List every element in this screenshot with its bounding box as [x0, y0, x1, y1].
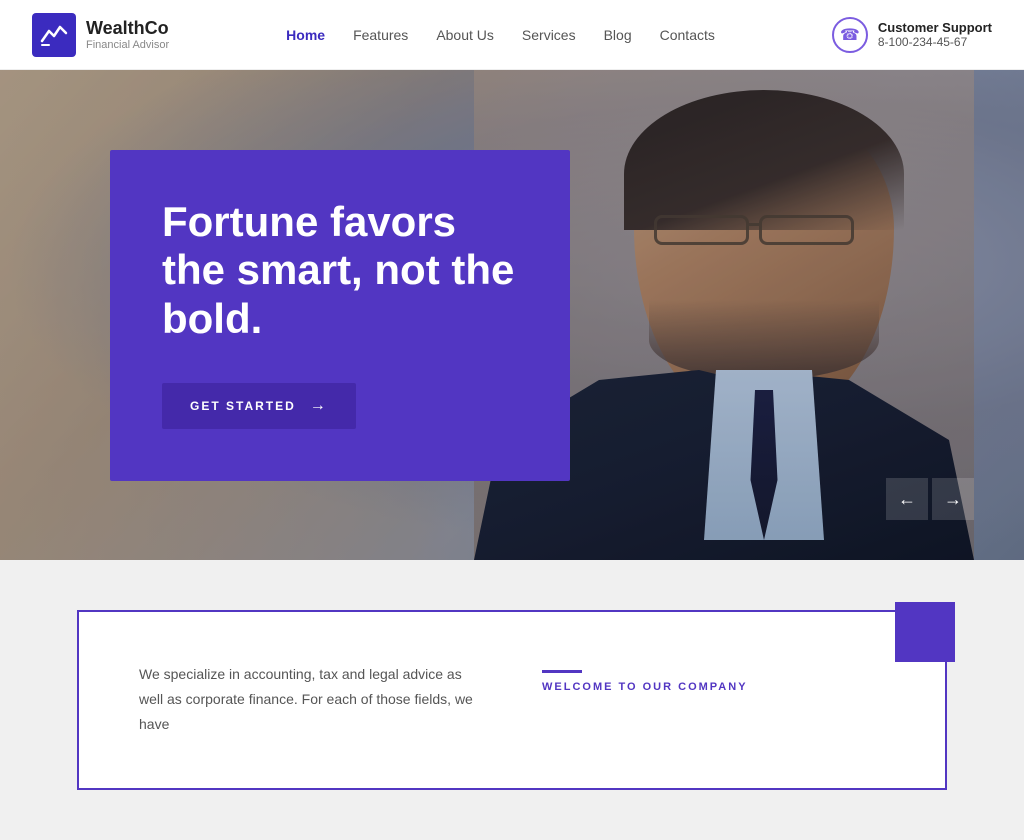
hero-section: Fortune favors the smart, not the bold. …	[0, 70, 1024, 560]
arrow-right-icon: →	[944, 489, 962, 510]
customer-support: ☎ Customer Support 8-100-234-45-67	[832, 17, 992, 53]
phone-icon: ☎	[832, 17, 868, 53]
slider-prev-button[interactable]: ←	[886, 478, 928, 520]
welcome-card-wrapper: We specialize in accounting, tax and leg…	[77, 610, 947, 790]
description-text: We specialize in accounting, tax and leg…	[139, 662, 482, 738]
company-description: We specialize in accounting, tax and leg…	[139, 662, 482, 738]
welcome-card: We specialize in accounting, tax and leg…	[77, 610, 947, 790]
brand-tagline: Financial Advisor	[86, 39, 169, 51]
logo[interactable]: WealthCo Financial Advisor	[32, 13, 169, 57]
nav-features[interactable]: Features	[353, 27, 408, 43]
arrow-left-icon: ←	[898, 489, 916, 510]
get-started-button[interactable]: GET STARTED →	[162, 383, 356, 429]
get-started-label: GET STARTED	[190, 399, 296, 413]
nav-services[interactable]: Services	[522, 27, 576, 43]
support-phone: 8-100-234-45-67	[878, 35, 992, 49]
nav-blog[interactable]: Blog	[604, 27, 632, 43]
arrow-right-icon: →	[310, 397, 328, 415]
nav-about[interactable]: About Us	[436, 27, 494, 43]
support-text: Customer Support 8-100-234-45-67	[878, 20, 992, 49]
divider	[542, 670, 582, 673]
header: WealthCo Financial Advisor Home Features…	[0, 0, 1024, 70]
brand-name: WealthCo	[86, 18, 169, 40]
logo-text: WealthCo Financial Advisor	[86, 18, 169, 52]
card-accent	[895, 602, 955, 662]
nav-home[interactable]: Home	[286, 27, 325, 43]
hero-card: Fortune favors the smart, not the bold. …	[110, 150, 570, 481]
hero-title: Fortune favors the smart, not the bold.	[162, 198, 518, 343]
slider-next-button[interactable]: →	[932, 478, 974, 520]
welcome-label: WELCOME TO OUR COMPANY	[542, 681, 748, 693]
nav-contacts[interactable]: Contacts	[660, 27, 715, 43]
welcome-section: We specialize in accounting, tax and leg…	[0, 560, 1024, 840]
support-label: Customer Support	[878, 20, 992, 35]
welcome-right: WELCOME TO OUR COMPANY	[542, 662, 885, 693]
slider-controls: ← →	[886, 478, 974, 520]
logo-icon	[32, 13, 76, 57]
main-nav: Home Features About Us Services Blog Con…	[286, 27, 715, 43]
